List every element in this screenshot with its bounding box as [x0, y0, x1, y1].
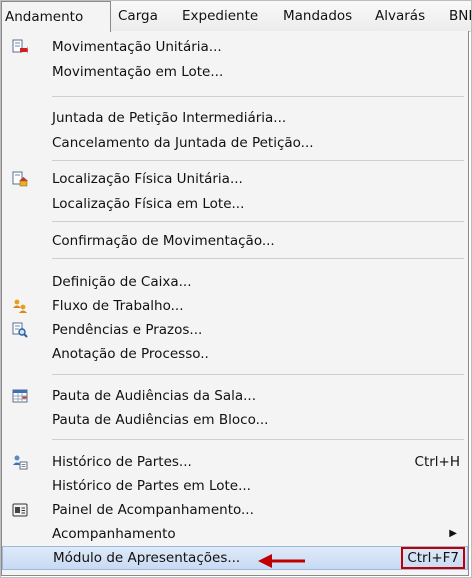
menu-item-painel-acompanhamento[interactable]: Painel de Acompanhamento...: [2, 498, 468, 522]
menu-item-label: Acompanhamento: [52, 526, 176, 542]
menu-separator: [52, 258, 464, 259]
menu-item-label: Anotação de Processo..: [52, 346, 209, 362]
menu-item-label: Movimentação em Lote...: [52, 64, 224, 80]
menu-bar: Andamento Carga Expediente Mandados Alva…: [1, 1, 471, 32]
menu-separator: [52, 160, 464, 161]
annotation-arrow-icon: [258, 552, 306, 568]
document-magnifier-icon: [12, 322, 28, 338]
menu-item-label: Módulo de Apresentações...: [53, 550, 241, 566]
menu-mandados-label: Mandados: [283, 8, 353, 24]
menu-item-historico-partes-lote[interactable]: Histórico de Partes em Lote...: [2, 474, 468, 498]
menu-item-label: Pauta de Audiências da Sala...: [52, 388, 257, 404]
menu-item-definicao-caixa[interactable]: Definição de Caixa...: [2, 270, 468, 294]
menu-andamento-label: Andamento: [5, 9, 84, 25]
menu-item-label: Localização Física em Lote...: [52, 196, 245, 212]
menu-expediente-label: Expediente: [182, 8, 259, 24]
menu-item-acompanhamento[interactable]: Acompanhamento ▶: [2, 522, 468, 546]
menu-separator: [52, 439, 464, 440]
menu-item-label: Pauta de Audiências em Bloco...: [52, 412, 269, 428]
menu-item-fluxo-trabalho[interactable]: Fluxo de Trabalho...: [2, 294, 468, 318]
workflow-people-icon: [12, 298, 28, 314]
andamento-dropdown: Movimentação Unitária... Movimentação em…: [1, 31, 469, 576]
menu-separator: [52, 374, 464, 375]
panel-card-icon: [12, 502, 28, 518]
menu-item-confirmacao-movimentacao[interactable]: Confirmação de Movimentação...: [2, 229, 468, 253]
menu-item-juntada-peticao[interactable]: Juntada de Petição Intermediária...: [2, 106, 468, 130]
menu-carga-label: Carga: [118, 8, 158, 24]
menu-item-pauta-audiencias-bloco[interactable]: Pauta de Audiências em Bloco...: [2, 408, 468, 432]
menu-item-label: Localização Física Unitária...: [52, 171, 243, 187]
menu-item-label: Juntada de Petição Intermediária...: [52, 110, 287, 126]
menu-item-localizacao-unitaria[interactable]: Localização Física Unitária...: [2, 167, 468, 191]
menu-bni[interactable]: BNI: [449, 1, 472, 31]
menu-bni-label: BNI: [449, 8, 472, 24]
menu-item-label: Pendências e Prazos...: [52, 322, 203, 338]
menu-item-modulo-apresentacoes[interactable]: Módulo de Apresentações... Ctrl+F7: [2, 546, 468, 570]
submenu-arrow-icon: ▶: [449, 528, 457, 539]
menu-separator: [52, 96, 464, 97]
menu-expediente[interactable]: Expediente: [182, 1, 258, 31]
menu-item-label: Cancelamento da Juntada de Petição...: [52, 135, 314, 151]
menu-item-label: Fluxo de Trabalho...: [52, 298, 184, 314]
menu-item-label: Histórico de Partes em Lote...: [52, 478, 251, 494]
menu-item-movimentacao-unitaria[interactable]: Movimentação Unitária...: [2, 35, 468, 59]
document-red-arrow-icon: [12, 39, 28, 55]
menu-item-label: Definição de Caixa...: [52, 274, 192, 290]
calendar-grid-icon: [12, 388, 28, 404]
document-house-icon: [12, 171, 28, 187]
menu-item-pendencias-prazos[interactable]: Pendências e Prazos...: [2, 318, 468, 342]
menu-item-localizacao-lote[interactable]: Localização Física em Lote...: [2, 192, 468, 216]
menu-item-historico-partes[interactable]: Histórico de Partes... Ctrl+H: [2, 450, 468, 474]
menu-item-anotacao-processo[interactable]: Anotação de Processo..: [2, 342, 468, 366]
menu-alvaras[interactable]: Alvarás: [375, 1, 425, 31]
menu-separator: [52, 221, 464, 222]
menu-item-label: Painel de Acompanhamento...: [52, 502, 254, 518]
shortcut-label: Ctrl+F7: [407, 550, 459, 566]
menu-item-cancelamento-juntada[interactable]: Cancelamento da Juntada de Petição...: [2, 131, 468, 155]
menu-item-label: Histórico de Partes...: [52, 454, 192, 470]
menu-mandados[interactable]: Mandados: [283, 1, 352, 31]
people-history-icon: [12, 454, 28, 470]
shortcut-label: Ctrl+H: [414, 454, 460, 470]
menu-item-movimentacao-lote[interactable]: Movimentação em Lote...: [2, 60, 468, 84]
menu-carga[interactable]: Carga: [118, 1, 158, 31]
menu-item-label: Confirmação de Movimentação...: [52, 233, 275, 249]
app-window: Andamento Carga Expediente Mandados Alva…: [0, 0, 472, 578]
menu-alvaras-label: Alvarás: [375, 8, 426, 24]
menu-andamento[interactable]: Andamento: [1, 1, 111, 32]
menu-item-label: Movimentação Unitária...: [52, 39, 222, 55]
menu-item-pauta-audiencias-sala[interactable]: Pauta de Audiências da Sala...: [2, 384, 468, 408]
